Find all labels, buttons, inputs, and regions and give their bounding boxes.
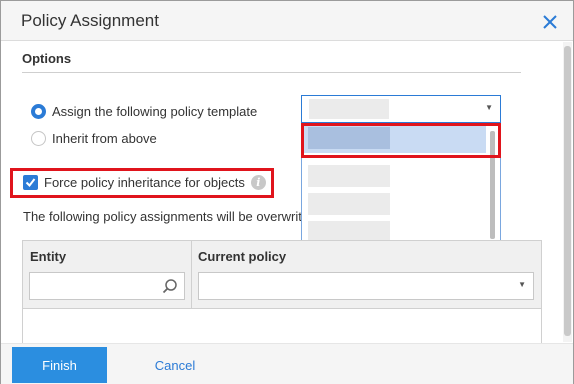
column-header-entity[interactable]: Entity <box>30 249 66 264</box>
radio-button-checked[interactable] <box>31 104 46 119</box>
force-inheritance-label: Force policy inheritance for objects <box>44 175 245 190</box>
radio-inherit-label: Inherit from above <box>52 131 157 146</box>
dialog-footer: Finish Cancel <box>1 343 573 384</box>
force-inheritance-checkbox[interactable] <box>23 175 38 190</box>
dialog-body: Options Assign the following policy temp… <box>1 42 573 344</box>
dropdown-option[interactable] <box>308 193 390 215</box>
entity-filter-field[interactable] <box>30 273 184 299</box>
radio-assign-template[interactable]: Assign the following policy template <box>31 104 257 119</box>
chevron-down-icon[interactable]: ▼ <box>485 103 493 112</box>
dialog-scrollbar[interactable] <box>563 42 572 342</box>
current-policy-filter-select[interactable]: ▼ <box>198 272 534 300</box>
dropdown-scrollbar[interactable] <box>490 131 495 239</box>
policy-assignments-grid: Entity Current policy ▼ <box>22 240 542 344</box>
select-value-placeholder <box>309 99 389 119</box>
policy-template-select[interactable]: ▼ <box>301 95 501 123</box>
dropdown-option-highlighted[interactable] <box>302 123 486 153</box>
force-inheritance-checkbox-row[interactable]: Force policy inheritance for objects i <box>23 175 266 190</box>
section-divider <box>22 72 521 73</box>
dropdown-option-placeholder <box>308 127 390 149</box>
column-header-current-policy[interactable]: Current policy <box>198 249 286 264</box>
policy-assignment-dialog: Policy Assignment Options Assign the fol… <box>0 0 574 384</box>
chevron-down-icon[interactable]: ▼ <box>518 280 526 289</box>
radio-button-unchecked[interactable] <box>31 131 46 146</box>
dialog-scrollbar-thumb[interactable] <box>564 46 571 336</box>
entity-filter-input[interactable] <box>29 272 185 300</box>
dialog-titlebar: Policy Assignment <box>1 1 573 41</box>
overwrite-note: The following policy assignments will be… <box>23 209 301 224</box>
dialog-title: Policy Assignment <box>21 11 159 30</box>
finish-button[interactable]: Finish <box>12 347 107 383</box>
dropdown-option[interactable] <box>308 165 390 187</box>
cancel-button[interactable]: Cancel <box>137 347 213 383</box>
info-icon[interactable]: i <box>250 175 266 190</box>
close-icon[interactable] <box>541 13 559 31</box>
radio-inherit-from-above[interactable]: Inherit from above <box>31 131 157 146</box>
grid-header: Entity Current policy ▼ <box>23 241 541 309</box>
options-section-header: Options <box>22 51 72 66</box>
column-divider[interactable] <box>191 241 192 309</box>
search-icon[interactable] <box>162 278 178 294</box>
radio-assign-label: Assign the following policy template <box>52 104 258 119</box>
